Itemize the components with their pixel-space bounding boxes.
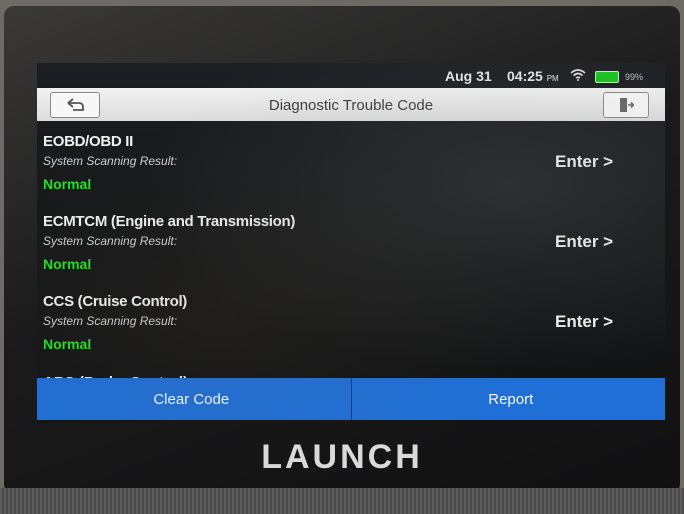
- system-name: ECMTCM (Engine and Transmission): [43, 213, 296, 230]
- status-value: Normal: [43, 176, 92, 192]
- status-ampm: PM: [546, 74, 559, 83]
- scan-result-label: System Scanning Result:: [43, 154, 178, 168]
- status-value: Normal: [43, 256, 92, 272]
- list-item: ECMTCM (Engine and Transmission) System …: [37, 203, 665, 283]
- list-item: EOBD/OBD II System Scanning Result: Norm…: [37, 123, 665, 203]
- battery-icon: [595, 71, 619, 83]
- enter-button[interactable]: Enter >: [555, 232, 613, 252]
- status-value: Normal: [43, 336, 92, 352]
- exit-button[interactable]: [603, 92, 649, 118]
- page-title: Diagnostic Trouble Code: [268, 97, 434, 114]
- status-bar: Aug 31 04:25 PM 99%: [37, 63, 665, 87]
- exit-icon: [620, 98, 634, 112]
- enter-button[interactable]: Enter >: [555, 152, 613, 172]
- status-clock: 04:25: [507, 68, 543, 84]
- scan-result-label: System Scanning Result:: [43, 234, 178, 248]
- report-button[interactable]: Report: [350, 378, 665, 420]
- system-name: EOBD/OBD II: [43, 133, 134, 150]
- scan-result-label: System Scanning Result:: [43, 314, 178, 328]
- battery-percent: 99%: [625, 72, 644, 82]
- system-name: CCS (Cruise Control): [43, 293, 188, 310]
- device-edge: [0, 488, 684, 514]
- status-time: 04:25 PM: [507, 68, 559, 84]
- status-date: Aug 31: [445, 68, 492, 84]
- clear-code-button[interactable]: Clear Code: [37, 378, 351, 420]
- device-screen: Aug 31 04:25 PM 99% Diagnostic Trouble C…: [37, 63, 665, 423]
- list-item: CCS (Cruise Control) System Scanning Res…: [37, 283, 665, 363]
- system-list: EOBD/OBD II System Scanning Result: Norm…: [37, 123, 665, 363]
- brand-logo: LAUNCH: [261, 438, 423, 476]
- title-bar: Diagnostic Trouble Code: [37, 88, 665, 121]
- enter-button[interactable]: Enter >: [555, 312, 613, 332]
- action-bar: Clear Code Report: [37, 378, 665, 420]
- wifi-icon: [570, 69, 586, 81]
